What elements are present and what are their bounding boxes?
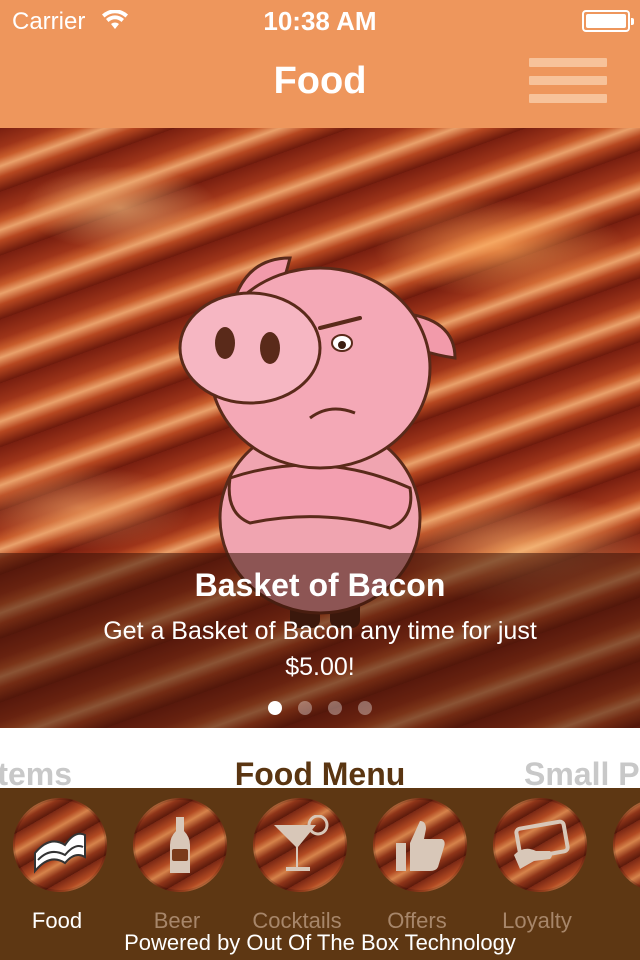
page-dot-1[interactable]: [268, 701, 282, 715]
page-dot-3[interactable]: [328, 701, 342, 715]
tab-food[interactable]: Food: [7, 798, 107, 938]
cocktail-icon: [253, 798, 347, 892]
tab-cocktails[interactable]: Cocktails: [247, 798, 347, 938]
carousel-page-indicator[interactable]: [0, 700, 640, 719]
bacon-icon: [13, 798, 107, 892]
loyalty-card-icon: [493, 798, 587, 892]
promo-caption: Basket of Bacon Get a Basket of Bacon an…: [0, 553, 640, 728]
promo-carousel[interactable]: Basket of Bacon Get a Basket of Bacon an…: [0, 128, 640, 728]
tab-more[interactable]: N: [607, 798, 640, 938]
menu-line-icon: [529, 58, 607, 67]
bottom-tab-bar: Food Beer Cocktails Offers Loyalty Power…: [0, 788, 640, 960]
tab-loyalty[interactable]: Loyalty: [487, 798, 587, 938]
page-dot-4[interactable]: [358, 701, 372, 715]
tab-beer[interactable]: Beer: [127, 798, 227, 938]
more-icon: [613, 798, 640, 892]
category-scroller[interactable]: n Items Food Menu Small P: [0, 728, 640, 788]
menu-line-icon: [529, 76, 607, 85]
status-bar: Carrier 10:38 AM: [0, 0, 640, 40]
thumbs-up-icon: [373, 798, 467, 892]
hamburger-menu-button[interactable]: [529, 58, 607, 106]
clock-label: 10:38 AM: [263, 6, 377, 36]
battery-icon: [582, 10, 634, 32]
page-dot-2[interactable]: [298, 701, 312, 715]
powered-by-footer: Powered by Out Of The Box Technology: [124, 930, 516, 955]
promo-description: Get a Basket of Bacon any time for just …: [103, 617, 537, 681]
header-bar: Carrier 10:38 AM Food: [0, 0, 640, 128]
promo-title: Basket of Bacon: [194, 567, 446, 603]
beer-bottle-icon: [133, 798, 227, 892]
tab-offers[interactable]: Offers: [367, 798, 467, 938]
category-next[interactable]: Small P: [524, 756, 640, 788]
menu-line-icon: [529, 94, 607, 103]
